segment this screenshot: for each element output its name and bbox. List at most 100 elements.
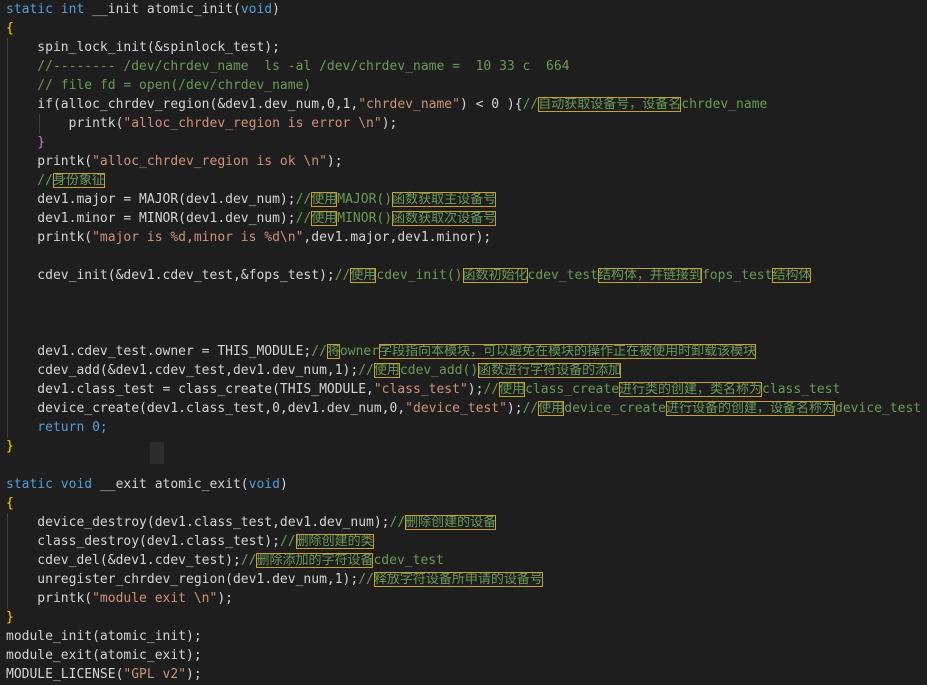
code-line[interactable]: //-------- /dev/chrdev_name ls -al /dev/… xyxy=(0,57,927,76)
code-token: // xyxy=(522,97,539,112)
code-token: // file fd = open(/dev/chrdev_name) xyxy=(6,78,312,93)
code-token: cdev_add() xyxy=(399,363,479,378)
code-line[interactable]: static void __exit atomic_exit(void) xyxy=(0,475,927,494)
code-token: } xyxy=(6,610,14,625)
code-token: } xyxy=(6,439,14,454)
indent-guide xyxy=(7,266,8,285)
code-line[interactable]: module_exit(atomic_exit); xyxy=(0,646,927,665)
code-token: ); xyxy=(217,591,233,606)
indent-guide xyxy=(39,114,40,133)
code-line[interactable]: { xyxy=(0,19,927,38)
code-line[interactable]: device_create(dev1.class_test,0,dev1.dev… xyxy=(0,399,927,418)
code-line[interactable]: module_init(atomic_init); xyxy=(0,627,927,646)
code-token: spin_lock_init(&spinlock_test); xyxy=(6,40,280,55)
indent-guide xyxy=(7,114,8,133)
code-token: cdev_del(&dev1.cdev_test); xyxy=(6,553,241,568)
code-line[interactable]: printk("module exit \n"); xyxy=(0,589,927,608)
code-line[interactable] xyxy=(0,285,927,304)
code-token: MINOR() xyxy=(337,211,393,226)
indent-guide xyxy=(7,589,8,608)
highlighted-comment: 身份象征 xyxy=(52,173,105,188)
code-token: MAJOR() xyxy=(337,192,393,207)
code-token: module_init(atomic_init); xyxy=(6,629,202,644)
code-token: "chrdev_name" xyxy=(358,97,460,112)
indent-guide xyxy=(7,380,8,399)
code-token: ); xyxy=(381,116,398,131)
indent-guide xyxy=(7,285,8,304)
indent-guide xyxy=(7,228,8,247)
highlighted-comment: 将 xyxy=(326,344,340,359)
code-line[interactable]: class_destroy(dev1.class_test);//删除创建的类 xyxy=(0,532,927,551)
code-editor[interactable]: static int __init atomic_init(void) { spi… xyxy=(0,0,927,685)
code-line[interactable] xyxy=(0,323,927,342)
code-token: class_test xyxy=(762,382,841,397)
code-token: //-------- /dev/chrdev_name ls -al /dev/… xyxy=(6,59,570,74)
indent-guide xyxy=(7,418,8,437)
code-token: // xyxy=(483,382,500,397)
code-token: void xyxy=(248,477,280,492)
code-token: static int xyxy=(6,2,93,17)
code-line[interactable]: dev1.class_test = class_create(THIS_MODU… xyxy=(0,380,927,399)
code-line[interactable]: cdev_init(&dev1.cdev_test,&fops_test);//… xyxy=(0,266,927,285)
code-line[interactable]: { xyxy=(0,494,927,513)
code-token: cdev_test xyxy=(527,268,598,283)
code-token: module_exit(atomic_exit); xyxy=(6,648,202,663)
highlighted-comment: 使用 xyxy=(373,363,400,378)
code-line[interactable]: // file fd = open(/dev/chrdev_name) xyxy=(0,76,927,95)
code-line[interactable]: MODULE_LICENSE("GPL v2"); xyxy=(0,665,927,684)
code-token: dev1.cdev_test.owner = THIS_MODULE; xyxy=(6,344,312,359)
code-line[interactable]: dev1.major = MAJOR(dev1.dev_num);//使用MAJ… xyxy=(0,190,927,209)
code-token: ); xyxy=(467,382,484,397)
code-line[interactable]: unregister_chrdev_region(dev1.dev_num,1)… xyxy=(0,570,927,589)
code-line[interactable]: device_destroy(dev1.class_test,dev1.dev_… xyxy=(0,513,927,532)
code-line[interactable] xyxy=(0,247,927,266)
highlighted-comment: 删除添加的字符设备 xyxy=(256,553,374,568)
code-line[interactable]: cdev_del(&dev1.cdev_test);//删除添加的字符设备cde… xyxy=(0,551,927,570)
code-line[interactable]: if(alloc_chrdev_region(&dev1.dev_num,0,1… xyxy=(0,95,927,114)
indent-guide xyxy=(7,190,8,209)
code-line[interactable]: printk("major is %d,minor is %d\n",dev1.… xyxy=(0,228,927,247)
highlighted-comment: 函数进行字符设备的添加 xyxy=(478,363,622,378)
code-line[interactable] xyxy=(0,456,927,475)
indent-guide xyxy=(7,152,8,171)
code-line[interactable]: dev1.cdev_test.owner = THIS_MODULE;//将ow… xyxy=(0,342,927,361)
indent-guide xyxy=(7,133,8,152)
code-line[interactable]: } xyxy=(0,133,927,152)
code-token: ) < 0 ){ xyxy=(459,97,523,112)
code-token: __init atomic_init( xyxy=(92,2,241,17)
highlighted-comment: 删除创建的类 xyxy=(295,534,374,549)
code-line[interactable]: } xyxy=(0,437,927,456)
code-token: ) xyxy=(279,477,288,492)
indent-guide xyxy=(7,171,8,190)
code-line[interactable]: printk("alloc_chrdev_region is ok \n"); xyxy=(0,152,927,171)
indent-guide xyxy=(7,247,8,266)
code-line[interactable]: } xyxy=(0,608,927,627)
code-line[interactable]: static int __init atomic_init(void) xyxy=(0,0,927,19)
indent-guide xyxy=(7,57,8,76)
code-token: printk( xyxy=(6,154,93,169)
code-token: cdev_add(&dev1.cdev_test,dev1.dev_num,1)… xyxy=(6,363,359,378)
code-token: "module exit \n" xyxy=(92,591,218,606)
highlighted-comment: 使用 xyxy=(311,211,338,226)
code-line[interactable]: //身份象征 xyxy=(0,171,927,190)
code-line[interactable]: return 0; xyxy=(0,418,927,437)
code-token: // xyxy=(6,173,53,188)
code-token: { xyxy=(6,496,14,511)
indent-guide xyxy=(7,323,8,342)
code-token: // xyxy=(295,192,312,207)
indent-guide xyxy=(7,399,8,418)
highlighted-comment: 释放字符设备所申请的设备号 xyxy=(373,572,543,587)
cursor-block xyxy=(150,442,164,464)
code-line[interactable]: printk("alloc_chrdev_region is error \n"… xyxy=(0,114,927,133)
code-line[interactable]: cdev_add(&dev1.cdev_test,dev1.dev_num,1)… xyxy=(0,361,927,380)
code-token: ); xyxy=(186,667,202,682)
highlighted-comment: 进行设备的创建，设备名称为 xyxy=(666,401,836,416)
code-token: // xyxy=(334,268,351,283)
indent-guide xyxy=(7,361,8,380)
code-token: // xyxy=(295,211,312,226)
code-line[interactable]: spin_lock_init(&spinlock_test); xyxy=(0,38,927,57)
code-line[interactable]: dev1.minor = MINOR(dev1.dev_num);//使用MIN… xyxy=(0,209,927,228)
code-token: if(alloc_chrdev_region(&dev1.dev_num,0,1… xyxy=(6,97,359,112)
code-line[interactable] xyxy=(0,304,927,323)
code-token: cdev_init(&dev1.cdev_test,&fops_test); xyxy=(6,268,335,283)
